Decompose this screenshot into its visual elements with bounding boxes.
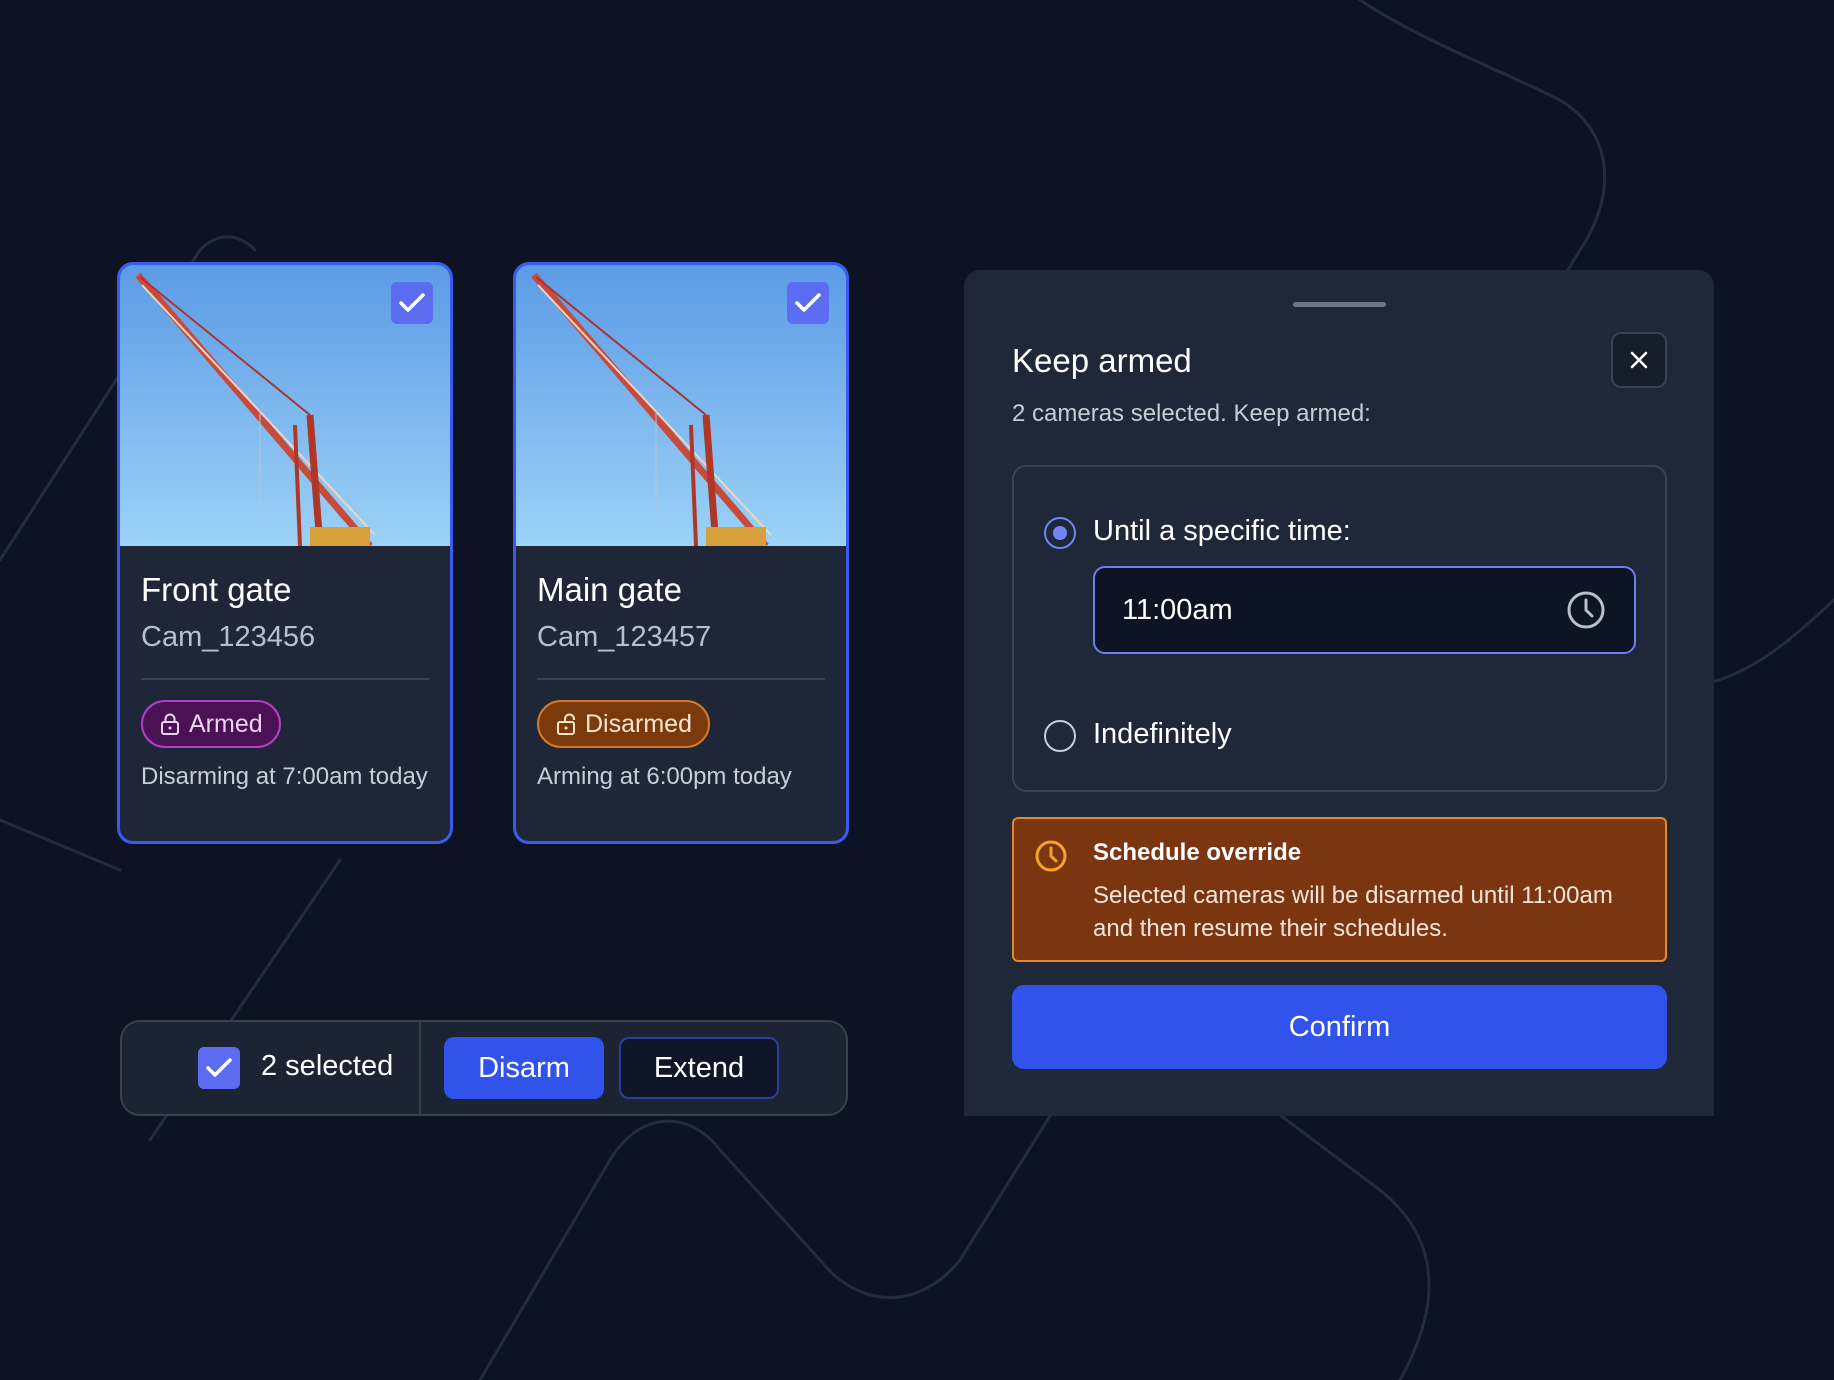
- camera-id: Cam_123457: [537, 621, 712, 653]
- checkmark-icon: [795, 293, 821, 312]
- extend-button[interactable]: Extend: [619, 1037, 779, 1099]
- close-icon: [1630, 351, 1648, 369]
- card-checkbox[interactable]: [787, 282, 829, 324]
- camera-id: Cam_123456: [141, 621, 316, 653]
- camera-card-main-gate[interactable]: Main gate Cam_123457 Disarmed Arming at …: [513, 262, 849, 844]
- duration-options: Until a specific time: 11:00am Indefinit…: [1012, 465, 1667, 792]
- selected-count: 2 selected: [261, 1050, 394, 1082]
- camera-name: Front gate: [141, 571, 292, 608]
- lock-icon: [161, 713, 179, 735]
- status-label: Disarmed: [585, 709, 692, 738]
- camera-card-front-gate[interactable]: Front gate Cam_123456 Armed Disarming at…: [117, 262, 453, 844]
- status-badge: Disarmed: [537, 700, 710, 748]
- checkmark-icon: [399, 293, 425, 312]
- schedule-note: Disarming at 7:00am today: [141, 763, 428, 790]
- close-button[interactable]: [1611, 332, 1667, 388]
- radio-indefinitely[interactable]: [1044, 720, 1076, 752]
- schedule-note: Arming at 6:00pm today: [537, 763, 792, 790]
- camera-thumbnail: [120, 265, 450, 546]
- status-badge: Armed: [141, 700, 281, 748]
- checkmark-icon: [206, 1058, 232, 1077]
- time-value: 11:00am: [1122, 594, 1233, 626]
- clock-warning-icon: [1035, 840, 1067, 872]
- dialog-subtitle: 2 cameras selected. Keep armed:: [1012, 400, 1371, 427]
- alert-text: Selected cameras will be disarmed until …: [1093, 882, 1613, 942]
- dialog-title: Keep armed: [1012, 342, 1192, 379]
- option-label-specific-time: Until a specific time:: [1093, 515, 1351, 547]
- confirm-button[interactable]: Confirm: [1012, 985, 1667, 1069]
- card-checkbox[interactable]: [391, 282, 433, 324]
- keep-armed-dialog: Keep armed 2 cameras selected. Keep arme…: [964, 270, 1714, 1116]
- radio-specific-time[interactable]: [1044, 517, 1076, 549]
- schedule-override-alert: Schedule override Selected cameras will …: [1012, 817, 1667, 962]
- drag-handle[interactable]: [1293, 302, 1386, 307]
- status-label: Armed: [189, 709, 263, 738]
- clock-icon[interactable]: [1566, 590, 1606, 630]
- divider: [537, 678, 825, 680]
- selection-toolbar: 2 selected Disarm Extend: [120, 1020, 848, 1116]
- select-all-checkbox[interactable]: [198, 1047, 240, 1089]
- alert-title: Schedule override: [1093, 839, 1302, 866]
- camera-thumbnail: [516, 265, 846, 546]
- camera-name: Main gate: [537, 571, 682, 608]
- time-input[interactable]: 11:00am: [1093, 566, 1636, 654]
- disarm-button[interactable]: Disarm: [444, 1037, 604, 1099]
- divider: [141, 678, 429, 680]
- option-label-indefinitely: Indefinitely: [1093, 718, 1232, 750]
- unlock-icon: [557, 713, 575, 735]
- toolbar-divider: [419, 1022, 421, 1114]
